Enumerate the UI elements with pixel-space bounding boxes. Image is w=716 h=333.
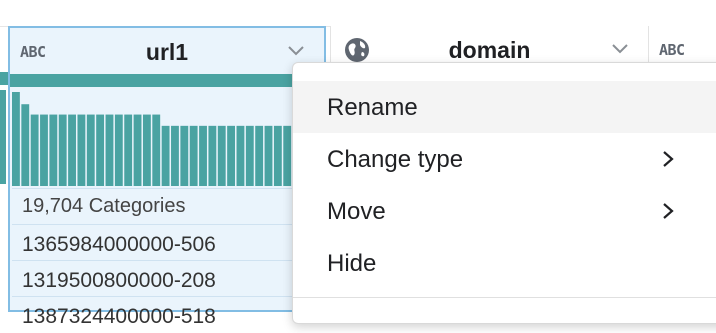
column-context-menu: Rename Change type Move Hide xyxy=(292,62,716,324)
menu-item-rename[interactable]: Rename xyxy=(293,81,716,133)
histogram-bar[interactable] xyxy=(264,125,273,186)
chevron-down-icon[interactable] xyxy=(610,40,630,56)
histogram-bar[interactable] xyxy=(12,92,20,186)
histogram-bar[interactable] xyxy=(77,114,86,186)
chevron-down-icon[interactable] xyxy=(286,42,306,58)
menu-item-label: Change type xyxy=(327,146,464,173)
table-row[interactable]: 1387324400000-518 xyxy=(12,296,312,333)
histogram-bar[interactable] xyxy=(227,125,236,186)
data-quality-bar[interactable] xyxy=(10,74,324,87)
column-header-url1[interactable]: ABC url1 xyxy=(10,28,324,74)
histogram[interactable] xyxy=(12,92,302,186)
menu-item-change-type[interactable]: Change type xyxy=(293,133,716,185)
histogram-bar[interactable] xyxy=(152,114,161,186)
cell-value: 1387324400000-518 xyxy=(22,305,216,328)
cell-value: 1319500800000-208 xyxy=(22,269,216,292)
previous-column-quality-bar xyxy=(0,72,8,85)
histogram-bar[interactable] xyxy=(142,114,151,186)
histogram-bar[interactable] xyxy=(40,114,48,186)
histogram-bar[interactable] xyxy=(86,114,95,186)
histogram-bar[interactable] xyxy=(133,114,142,186)
menu-item-move[interactable]: Move xyxy=(293,185,716,237)
menu-item-label: Rename xyxy=(327,94,418,121)
histogram-bar[interactable] xyxy=(21,104,30,186)
categories-summary: 19,704 Categories xyxy=(12,188,312,225)
histogram-bar[interactable] xyxy=(283,125,292,186)
column-title: url1 xyxy=(145,39,189,65)
menu-divider xyxy=(293,297,716,298)
column-title: domain xyxy=(448,37,531,63)
categories-count: 19,704 Categories xyxy=(22,195,186,217)
histogram-bar[interactable] xyxy=(255,125,264,186)
histogram-bar[interactable] xyxy=(105,114,114,186)
table-row[interactable]: 1365984000000-506 xyxy=(12,224,312,261)
histogram-bar[interactable] xyxy=(189,125,198,186)
chevron-right-icon xyxy=(663,203,674,219)
column-url1[interactable]: ABC url1 19,704 Categories 1365984000000… xyxy=(8,26,326,328)
histogram-bar[interactable] xyxy=(199,125,207,186)
menu-item-label: Move xyxy=(327,198,386,225)
menu-item-hide[interactable]: Hide xyxy=(293,237,716,289)
chevron-right-icon xyxy=(663,151,674,167)
histogram-bar[interactable] xyxy=(96,114,105,186)
string-type-icon[interactable]: ABC xyxy=(659,41,685,59)
menu-item-label: Hide xyxy=(327,250,377,277)
histogram-bar[interactable] xyxy=(208,125,217,186)
histogram-bar[interactable] xyxy=(236,125,245,186)
histogram-bar[interactable] xyxy=(180,125,189,186)
cell-value: 1365984000000-506 xyxy=(22,233,216,256)
previous-column-histogram-edge xyxy=(0,90,6,184)
histogram-bar[interactable] xyxy=(245,125,254,186)
histogram-bar[interactable] xyxy=(30,114,39,186)
histogram-bar[interactable] xyxy=(124,114,133,186)
table-row[interactable]: 1319500800000-208 xyxy=(12,260,312,297)
top-strip xyxy=(0,0,716,27)
histogram-bar[interactable] xyxy=(273,125,282,186)
histogram-bar[interactable] xyxy=(68,114,76,186)
histogram-bar[interactable] xyxy=(58,114,67,186)
histogram-bar[interactable] xyxy=(171,125,179,186)
histogram-bar[interactable] xyxy=(217,125,226,186)
histogram-bar[interactable] xyxy=(114,114,123,186)
histogram-bar[interactable] xyxy=(161,125,170,186)
histogram-bar[interactable] xyxy=(49,114,58,186)
